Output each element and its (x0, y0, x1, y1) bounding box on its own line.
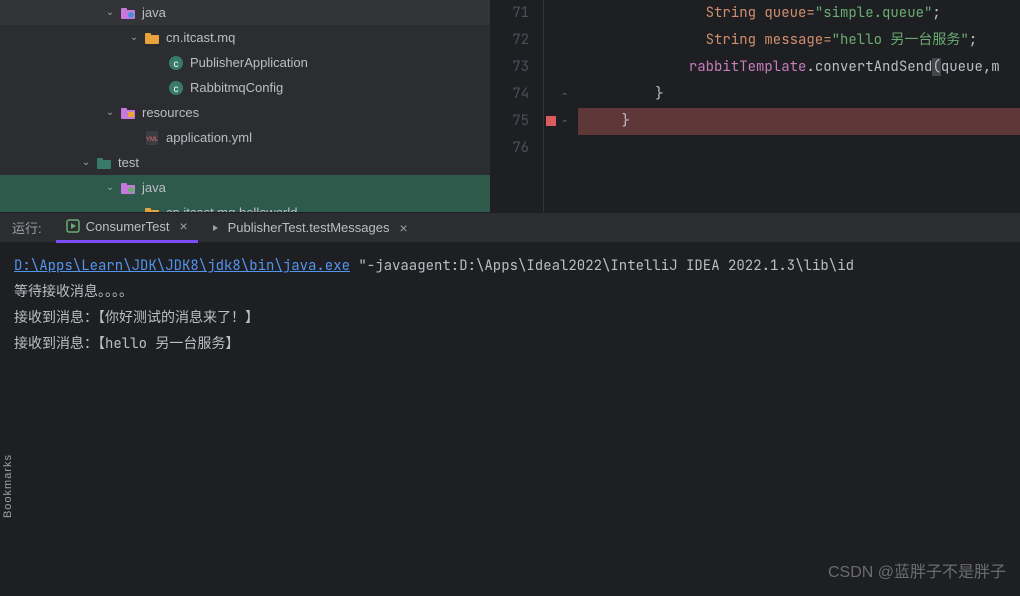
tree-label: java (142, 180, 166, 195)
code-line: String message="hello 另一台服务"; (578, 27, 1020, 54)
watermark: CSDN @蓝胖子不是胖子 (828, 558, 1006, 582)
output-line: 等待接收消息。。。。 (14, 279, 1006, 305)
tab-label: PublisherTest.testMessages (228, 220, 390, 235)
tree-node-java[interactable]: ⌄ java (0, 0, 490, 25)
package-icon (144, 205, 160, 213)
project-tree[interactable]: ⌄ java ⌄ cn.itcast.mq c PublisherApplica… (0, 0, 490, 212)
class-icon: c (168, 80, 184, 96)
run-label: 运行: (8, 218, 46, 237)
output-line: 接收到消息：【hello 另一台服务】 (14, 331, 1006, 357)
console-output[interactable]: D:\Apps\Learn\JDK\JDK8\jdk8\bin\java.exe… (0, 243, 1020, 596)
tree-label: application.yml (166, 130, 252, 145)
svg-text:YML: YML (146, 137, 159, 143)
tree-node-yml[interactable]: YML application.yml (0, 125, 490, 150)
svg-text:c: c (174, 84, 179, 95)
code-content[interactable]: String queue="simple.queue"; String mess… (578, 0, 1020, 212)
tree-label: cn.itcast.mq (166, 30, 235, 45)
output-line: 接收到消息：【你好测试的消息来了！】 (14, 305, 1006, 331)
yml-icon: YML (144, 130, 160, 146)
code-line: } (578, 108, 1020, 135)
error-marker-icon (546, 116, 556, 126)
svg-text:c: c (174, 59, 179, 70)
tree-node-java-test[interactable]: ⌄ java (0, 175, 490, 200)
run-config-icon (66, 219, 80, 233)
line-number: 74 (496, 81, 529, 108)
tree-node-package-test[interactable]: ⌄ cn.itcast.mq.helloworld (0, 200, 490, 212)
close-icon[interactable]: × (179, 218, 187, 234)
chevron-down-icon: ⌄ (104, 107, 116, 119)
tree-label: java (142, 5, 166, 20)
code-line: String queue="simple.queue"; (578, 0, 1020, 27)
tree-node-resources[interactable]: ⌄ resources (0, 100, 490, 125)
code-line: rabbitTemplate.convertAndSend(queue,m (578, 54, 1020, 81)
fold-up-icon[interactable]: ⌃ (562, 116, 572, 126)
fold-gutter: ⌃ ⌃ (558, 0, 578, 212)
tree-label: resources (142, 105, 199, 120)
tree-node-test[interactable]: ⌄ test (0, 150, 490, 175)
line-number: 76 (496, 135, 529, 162)
chevron-down-icon: ⌄ (80, 157, 92, 169)
fold-up-icon[interactable]: ⌃ (562, 89, 572, 99)
tab-publisher-test[interactable]: PublisherTest.testMessages × (198, 213, 418, 243)
folder-icon (96, 155, 112, 171)
code-line (578, 135, 1020, 162)
folder-icon (120, 5, 136, 21)
exe-link[interactable]: D:\Apps\Learn\JDK\JDK8\jdk8\bin\java.exe (14, 257, 350, 275)
chevron-down-icon: ⌄ (128, 207, 140, 213)
folder-icon (120, 180, 136, 196)
marker-gutter (544, 0, 558, 212)
chevron-down-icon: ⌄ (128, 32, 140, 44)
tree-label: test (118, 155, 139, 170)
code-line: } (578, 81, 1020, 108)
tree-label: cn.itcast.mq.helloworld (166, 205, 298, 212)
tab-label: ConsumerTest (86, 219, 170, 234)
code-editor[interactable]: 71 72 73 74 75 76 ⌃ ⌃ String queue="simp… (490, 0, 1020, 212)
console-panel: 运行: ConsumerTest × PublisherTest.testMes… (0, 212, 1020, 596)
chevron-down-icon: ⌄ (104, 7, 116, 19)
tree-node-package[interactable]: ⌄ cn.itcast.mq (0, 25, 490, 50)
tree-node-class[interactable]: c RabbitmqConfig (0, 75, 490, 100)
tab-consumer-test[interactable]: ConsumerTest × (56, 213, 198, 243)
line-gutter: 71 72 73 74 75 76 (490, 0, 544, 212)
line-number: 71 (496, 0, 529, 27)
bookmarks-tab[interactable]: Bookmarks (0, 446, 16, 526)
tree-node-class[interactable]: c PublisherApplication (0, 50, 490, 75)
test-icon (208, 221, 222, 235)
line-number: 73 (496, 54, 529, 81)
resources-icon (120, 105, 136, 121)
line-number: 75 (496, 108, 529, 135)
chevron-down-icon: ⌄ (104, 182, 116, 194)
tree-label: RabbitmqConfig (190, 80, 283, 95)
console-tabs: 运行: ConsumerTest × PublisherTest.testMes… (0, 213, 1020, 243)
class-icon: c (168, 55, 184, 71)
tree-label: PublisherApplication (190, 55, 308, 70)
package-icon (144, 30, 160, 46)
java-args: "-javaagent:D:\Apps\Ideal2022\IntelliJ I… (350, 257, 854, 275)
close-icon[interactable]: × (399, 220, 407, 236)
line-number: 72 (496, 27, 529, 54)
